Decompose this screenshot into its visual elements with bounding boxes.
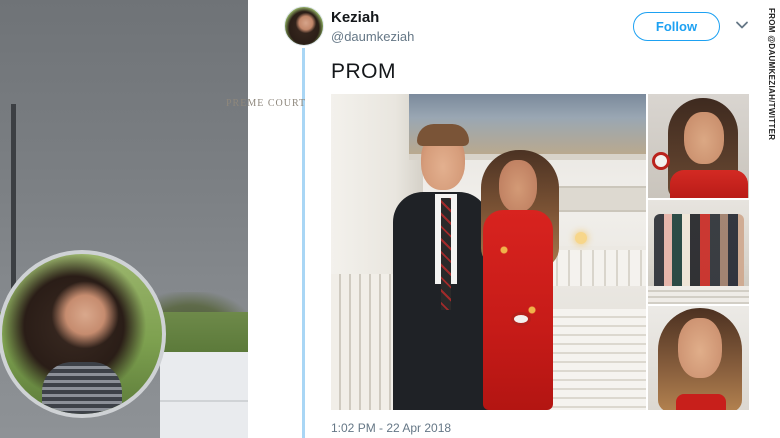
photo-side-3-dress: [676, 394, 726, 410]
photo-balustrade: [546, 246, 646, 286]
photo-credit: FROM @DAUMKEZIAH/TWITTER: [767, 8, 776, 141]
photo-side-1-corsage: [652, 152, 670, 170]
large-profile-avatar: [0, 250, 166, 418]
tweet-text: PROM: [331, 60, 396, 83]
background-pole: [11, 104, 16, 294]
background-card-divider: [160, 400, 248, 402]
photo-main[interactable]: [331, 94, 646, 410]
photo-girl-face: [499, 160, 537, 212]
tweet-timestamp[interactable]: 1:02 PM - 22 Apr 2018: [331, 421, 451, 435]
photo-side-1-dress: [670, 170, 748, 198]
avatar[interactable]: [284, 6, 324, 46]
photo-frieze-text: PREME COURT: [226, 98, 307, 109]
background-card: [160, 352, 248, 438]
photo-boy-hair: [417, 124, 469, 146]
photo-side-3-face: [678, 318, 722, 378]
photo-girl-red-dress: [483, 210, 553, 410]
user-name[interactable]: Keziah: [331, 9, 379, 26]
chevron-down-icon[interactable]: [735, 18, 749, 32]
photo-side-1[interactable]: [648, 94, 749, 198]
photo-side-1-face: [684, 112, 724, 164]
avatar-shirt: [42, 362, 122, 414]
photo-side-2-steps: [648, 286, 749, 304]
photo-corsage: [511, 312, 531, 326]
user-handle[interactable]: @daumkeziah: [331, 29, 414, 44]
photo-boy-tie: [441, 198, 451, 310]
photo-side-2[interactable]: [648, 200, 749, 304]
photo-side-3[interactable]: [648, 306, 749, 410]
photo-lamp: [575, 232, 587, 244]
follow-button[interactable]: Follow: [633, 12, 720, 41]
